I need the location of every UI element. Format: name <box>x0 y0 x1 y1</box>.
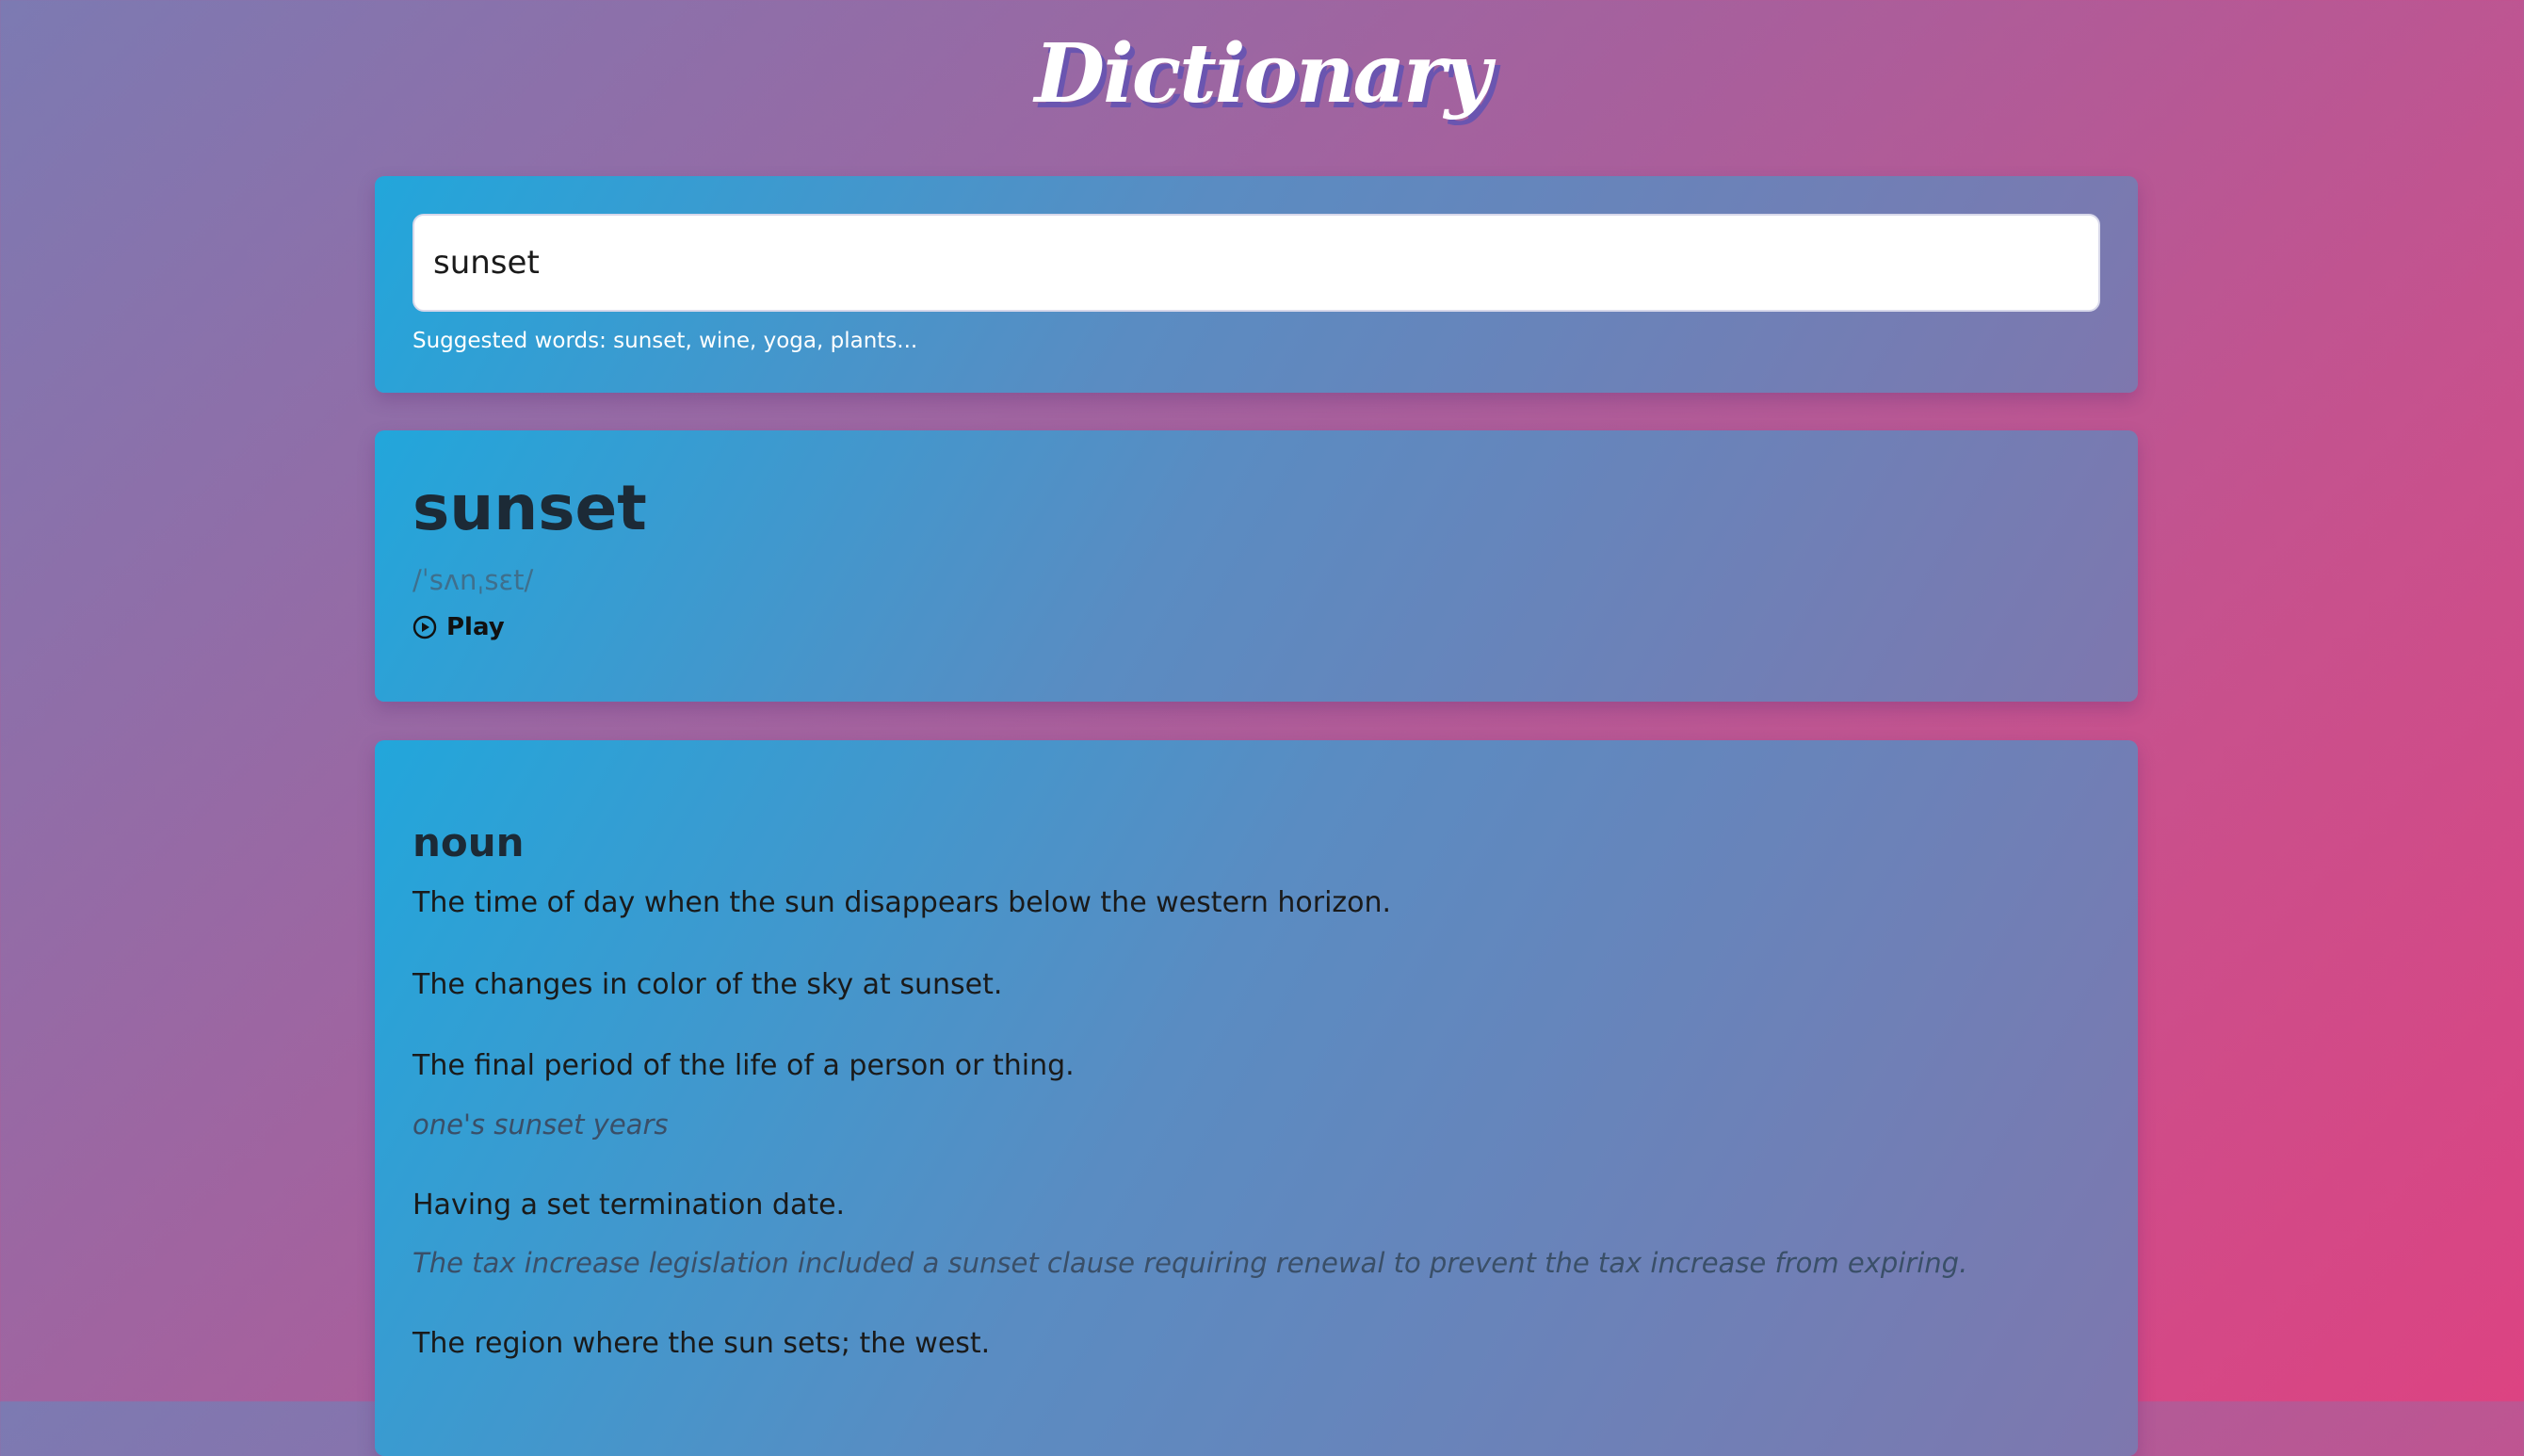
suggested-words-hint: Suggested words: sunset, wine, yoga, pla… <box>413 329 918 353</box>
play-circle-icon <box>413 615 437 639</box>
search-card: Suggested words: sunset, wine, yoga, pla… <box>375 176 2138 393</box>
app-title: Dictionary <box>1034 26 1492 121</box>
definition-text: The region where the sun sets; the west. <box>413 1327 991 1361</box>
definition-item: Having a set termination date. The tax i… <box>413 1187 2100 1283</box>
definition-item: The final period of the life of a person… <box>413 1047 2100 1143</box>
play-button[interactable]: Play <box>413 613 505 641</box>
word-card: sunset /ˈsʌnˌsɛt/ Play <box>375 430 2138 702</box>
definition-example: one's sunset years <box>413 1108 669 1141</box>
definition-text: Having a set termination date. <box>413 1188 846 1221</box>
part-of-speech: noun <box>413 819 525 866</box>
definition-example: The tax increase legislation included a … <box>413 1247 1968 1280</box>
search-input[interactable] <box>413 214 2100 312</box>
definition-list: The time of day when the sun disappears … <box>413 884 2100 1364</box>
definition-item: The changes in color of the sky at sunse… <box>413 966 2100 1005</box>
definition-text: The time of day when the sun disappears … <box>413 886 1392 919</box>
definition-text: The changes in color of the sky at sunse… <box>413 967 1003 1001</box>
definition-text: The final period of the life of a person… <box>413 1049 1075 1082</box>
definitions-card: noun The time of day when the sun disapp… <box>375 740 2138 1456</box>
definition-item: The region where the sun sets; the west. <box>413 1325 2100 1364</box>
word-heading: sunset <box>413 472 647 544</box>
play-label: Play <box>446 613 505 641</box>
phonetic-text: /ˈsʌnˌsɛt/ <box>413 564 534 596</box>
definition-item: The time of day when the sun disappears … <box>413 884 2100 923</box>
